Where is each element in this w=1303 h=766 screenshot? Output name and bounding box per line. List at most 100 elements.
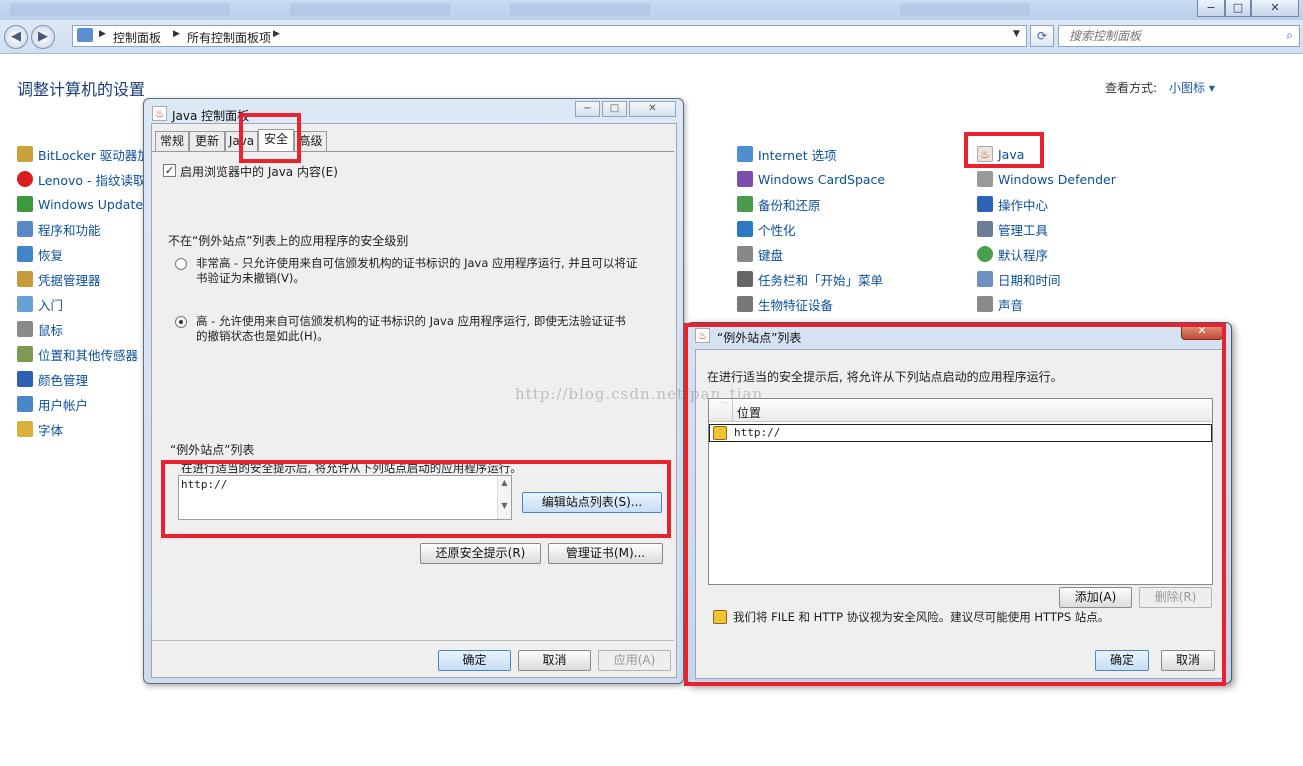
blurred-tab bbox=[900, 3, 1030, 16]
sites-table[interactable]: 位置 http:// bbox=[708, 398, 1213, 585]
default-programs-icon bbox=[977, 246, 993, 262]
breadcrumb-separator-icon: ▶ bbox=[173, 29, 180, 39]
sites-window-title: “例外站点”列表 bbox=[717, 331, 802, 345]
java-cancel-button[interactable]: 取消 bbox=[518, 650, 591, 671]
table-row[interactable]: http:// bbox=[709, 424, 1212, 442]
tab-java[interactable]: Java bbox=[225, 131, 258, 151]
enable-browser-checkbox[interactable]: ✓ bbox=[163, 164, 176, 177]
backup-restore-icon bbox=[737, 196, 753, 212]
exception-list-description: 在进行适当的安全提示后, 将允许从下列站点启动的应用程序运行。 bbox=[181, 461, 522, 475]
address-row: ◀ ▶ ▶ 控制面板 ▶ 所有控制面板项 ▶ ▼ ⟳ ⌕ bbox=[0, 20, 1303, 54]
speaker-icon bbox=[977, 296, 993, 312]
cp-item-recovery[interactable]: 恢复 bbox=[17, 244, 63, 264]
cp-item-sound[interactable]: 声音 bbox=[977, 294, 1023, 314]
tab-update[interactable]: 更新 bbox=[189, 131, 225, 151]
cp-item-taskbar-start[interactable]: 任务栏和「开始」菜单 bbox=[737, 269, 883, 289]
java-maximize-button[interactable]: □ bbox=[602, 101, 627, 117]
java-close-button[interactable]: ✕ bbox=[629, 101, 676, 117]
breadcrumb-all-items[interactable]: 所有控制面板项 bbox=[187, 29, 271, 46]
cp-item-location-sensors[interactable]: 位置和其他传感器 bbox=[17, 344, 138, 364]
cp-item-personalization[interactable]: 个性化 bbox=[737, 219, 796, 239]
programs-icon bbox=[17, 221, 33, 237]
java-ok-button[interactable]: 确定 bbox=[438, 650, 511, 671]
cp-item-internet-options[interactable]: Internet 选项 bbox=[737, 144, 837, 164]
cp-item-java[interactable]: ♨ Java bbox=[977, 144, 1024, 164]
cp-item-windows-update[interactable]: Windows Update bbox=[17, 194, 143, 214]
unlocked-padlock-icon bbox=[713, 610, 727, 624]
credential-manager-icon bbox=[17, 271, 33, 287]
address-dropdown-icon[interactable]: ▼ bbox=[1013, 29, 1020, 39]
back-button[interactable]: ◀ bbox=[4, 25, 28, 49]
exception-site-textarea[interactable]: http:// ▲ ▼ bbox=[178, 475, 512, 520]
tab-advanced[interactable]: 高级 bbox=[294, 131, 327, 151]
search-icon[interactable]: ⌕ bbox=[1286, 28, 1293, 43]
view-by-label: 查看方式: bbox=[1105, 81, 1158, 95]
getting-started-icon bbox=[17, 296, 33, 312]
java-apply-button[interactable]: 应用(A) bbox=[598, 650, 671, 671]
cp-item-color-management[interactable]: 颜色管理 bbox=[17, 369, 88, 389]
sites-description: 在进行适当的安全提示后, 将允许从下列站点启动的应用程序运行。 bbox=[707, 370, 1063, 384]
maximize-button[interactable]: □ bbox=[1225, 0, 1251, 17]
keyboard-icon bbox=[737, 246, 753, 262]
tab-general[interactable]: 常规 bbox=[155, 131, 189, 151]
exception-site-entry: http:// bbox=[181, 478, 228, 491]
cp-item-mouse[interactable]: 鼠标 bbox=[17, 319, 63, 339]
location-column-header[interactable]: 位置 bbox=[737, 404, 761, 421]
cp-item-user-accounts[interactable]: 用户帐户 bbox=[17, 394, 88, 414]
close-button[interactable]: ✕ bbox=[1251, 0, 1299, 17]
cp-item-lenovo-fingerprint[interactable]: Lenovo - 指纹读取 bbox=[17, 169, 146, 189]
tab-security[interactable]: 安全 bbox=[258, 129, 294, 151]
address-bar[interactable]: ▶ 控制面板 ▶ 所有控制面板项 ▶ ▼ bbox=[72, 25, 1027, 47]
control-panel-icon bbox=[77, 28, 93, 42]
java-minimize-button[interactable]: − bbox=[575, 101, 600, 117]
add-site-button[interactable]: 添加(A) bbox=[1059, 587, 1132, 608]
fingerprint-icon bbox=[17, 171, 33, 187]
minimize-button[interactable]: − bbox=[1197, 0, 1225, 17]
textarea-scrollbar[interactable]: ▲ ▼ bbox=[497, 476, 511, 519]
view-by-dropdown[interactable]: 小图标 ▾ bbox=[1169, 79, 1215, 96]
cp-item-action-center[interactable]: 操作中心 bbox=[977, 194, 1048, 214]
cp-item-bitlocker[interactable]: BitLocker 驱动器加 bbox=[17, 144, 150, 164]
search-input[interactable] bbox=[1059, 26, 1269, 46]
breadcrumb-control-panel[interactable]: 控制面板 bbox=[113, 29, 161, 46]
cp-item-fonts[interactable]: 字体 bbox=[17, 419, 63, 439]
protocol-warning: 我们将 FILE 和 HTTP 协议视为安全风险。建议尽可能使用 HTTPS 站… bbox=[733, 610, 1110, 624]
refresh-button[interactable]: ⟳ bbox=[1030, 25, 1054, 47]
high-radio[interactable] bbox=[175, 316, 187, 328]
edit-site-list-button[interactable]: 编辑站点列表(S)... bbox=[522, 492, 662, 513]
sites-dialog-body: 在进行适当的安全提示后, 将允许从下列站点启动的应用程序运行。 位置 http:… bbox=[695, 349, 1223, 679]
date-time-icon bbox=[977, 271, 993, 287]
location-sensors-icon bbox=[17, 346, 33, 362]
high-option-label: 高 - 允许使用来自可信颁发机构的证书标识的 Java 应用程序运行, 即使无法… bbox=[196, 314, 626, 343]
back-arrow-icon: ◀ bbox=[11, 29, 21, 44]
action-center-flag-icon bbox=[977, 196, 993, 212]
restore-prompts-button[interactable]: 还原安全提示(R) bbox=[420, 543, 541, 564]
cp-item-keyboard[interactable]: 键盘 bbox=[737, 244, 783, 264]
java-icon: ♨ bbox=[695, 328, 710, 343]
site-location-cell[interactable]: http:// bbox=[734, 426, 780, 439]
exception-list-heading: “例外站点”列表 bbox=[170, 443, 255, 457]
cp-item-windows-defender[interactable]: Windows Defender bbox=[977, 169, 1116, 189]
manage-certificates-button[interactable]: 管理证书(M)... bbox=[548, 543, 663, 564]
sites-close-button[interactable]: ✕ bbox=[1181, 323, 1223, 340]
cardspace-icon bbox=[737, 171, 753, 187]
forward-arrow-icon: ▶ bbox=[38, 29, 48, 44]
cp-item-admin-tools[interactable]: 管理工具 bbox=[977, 219, 1048, 239]
windows-update-icon bbox=[17, 196, 33, 212]
sites-ok-button[interactable]: 确定 bbox=[1095, 650, 1149, 671]
remove-site-button[interactable]: 删除(R) bbox=[1139, 587, 1212, 608]
blurred-tab bbox=[10, 3, 230, 16]
color-management-icon bbox=[17, 371, 33, 387]
cp-item-programs[interactable]: 程序和功能 bbox=[17, 219, 101, 239]
search-box[interactable]: ⌕ bbox=[1058, 25, 1300, 47]
cp-item-backup-restore[interactable]: 备份和还原 bbox=[737, 194, 821, 214]
forward-button[interactable]: ▶ bbox=[31, 25, 55, 49]
cp-item-getting-started[interactable]: 入门 bbox=[17, 294, 63, 314]
cp-item-default-programs[interactable]: 默认程序 bbox=[977, 244, 1048, 264]
cp-item-cardspace[interactable]: Windows CardSpace bbox=[737, 169, 885, 189]
cp-item-biometric[interactable]: 生物特征设备 bbox=[737, 294, 833, 314]
cp-item-date-time[interactable]: 日期和时间 bbox=[977, 269, 1061, 289]
cp-item-credential-manager[interactable]: 凭据管理器 bbox=[17, 269, 101, 289]
sites-cancel-button[interactable]: 取消 bbox=[1161, 650, 1215, 671]
very-high-radio[interactable] bbox=[175, 258, 187, 270]
